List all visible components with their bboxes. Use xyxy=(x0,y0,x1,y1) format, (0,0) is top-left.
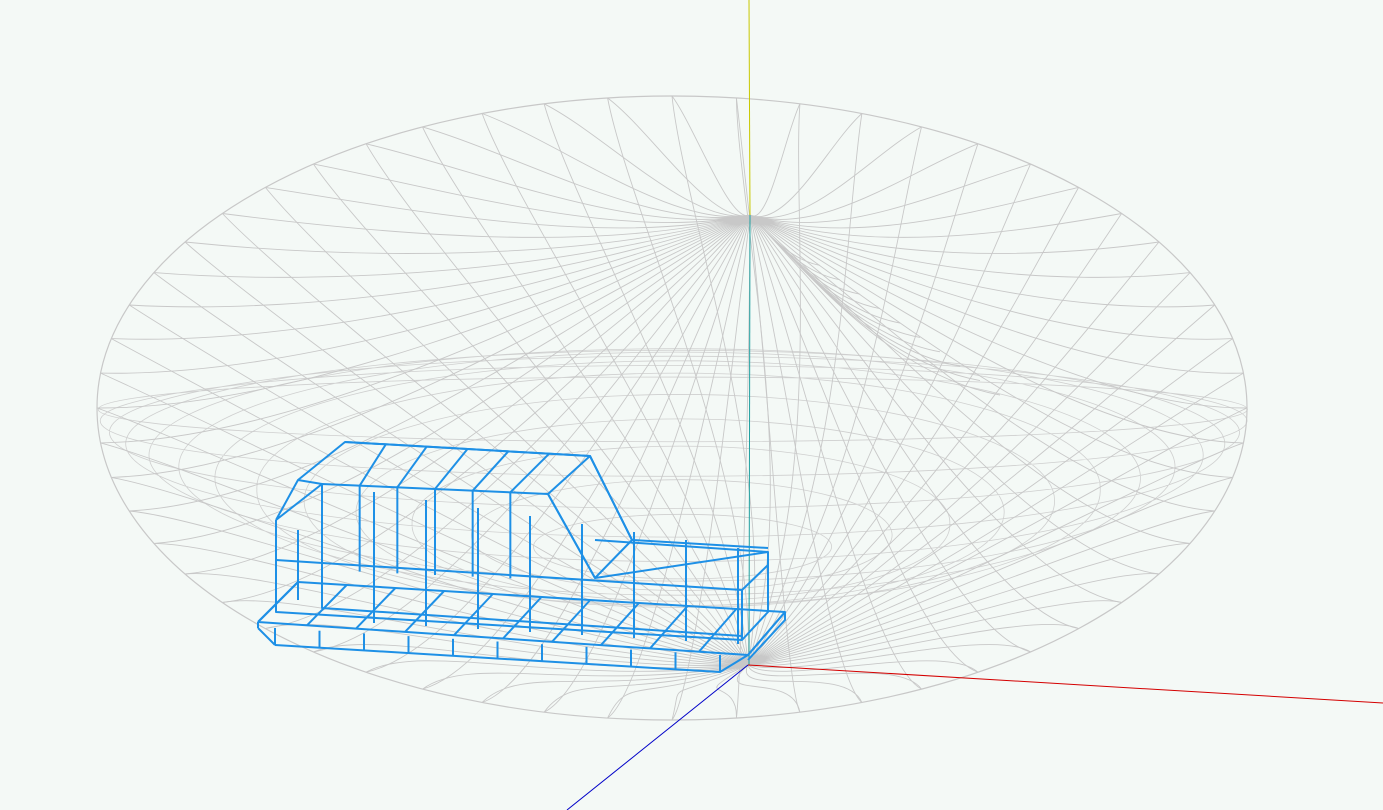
chassis-crossbar xyxy=(649,605,689,650)
mesh-meridians-upper xyxy=(96,95,1248,721)
x-axis-line xyxy=(747,664,1383,704)
coordinate-axes xyxy=(566,0,1383,810)
mesh-outline xyxy=(96,95,1248,721)
mesh-meridians-lower xyxy=(96,95,1248,721)
chassis-crossbar xyxy=(404,590,445,633)
scene-canvas[interactable] xyxy=(0,0,1383,810)
z-axis-line xyxy=(566,664,749,810)
chassis-crossbar xyxy=(355,587,397,630)
windshield-outer xyxy=(589,455,633,541)
cab-roof-rear xyxy=(297,479,323,485)
radiation-pattern-mesh xyxy=(96,95,1248,721)
y-axis-line xyxy=(748,0,751,216)
chassis-corner xyxy=(257,627,276,646)
roof-rib xyxy=(471,450,510,492)
roof-rib xyxy=(358,443,387,487)
3d-viewport[interactable] xyxy=(0,0,1383,810)
